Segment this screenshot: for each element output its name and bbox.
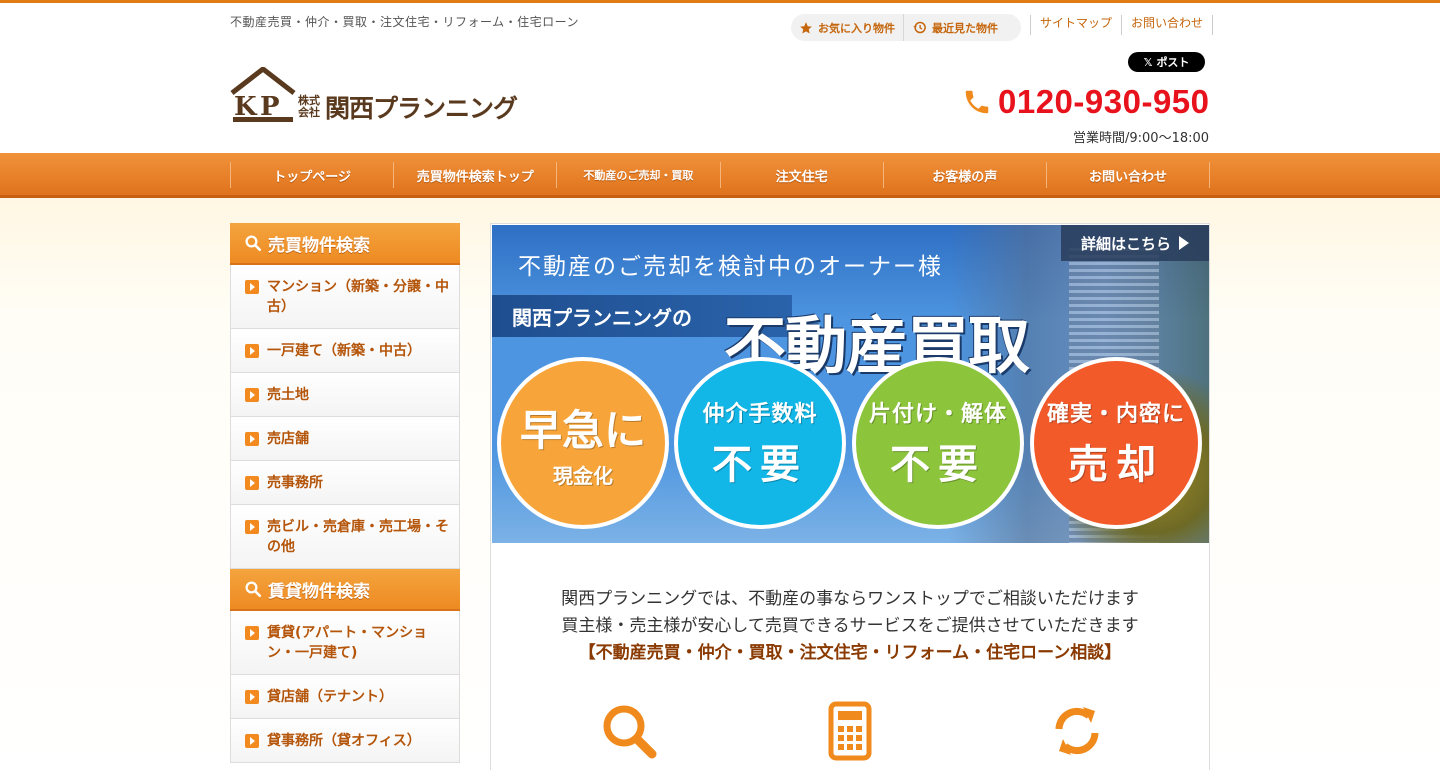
nav-sale-search[interactable]: 売買物件検索トップ [393,162,556,188]
contact-link[interactable]: お問い合わせ [1121,15,1214,35]
nav-top[interactable]: トップページ [230,162,393,188]
site-tagline: 不動産売買・仲介・買取・注文住宅・リフォーム・住宅ローン [230,15,580,29]
site-header: 不動産売買・仲介・買取・注文住宅・リフォーム・住宅ローン お気に入り物件 最近見… [0,3,1440,153]
logo-company-type: 株式会社 [298,94,320,119]
house-logo-icon: K P [230,67,296,122]
phone-contact[interactable]: 0120-930-950 [962,83,1210,121]
sidebar-item-tenant[interactable]: 貸店舗（テナント） [231,675,459,719]
arrow-right-icon [245,734,259,748]
star-icon [800,21,812,33]
site-logo[interactable]: K P 株式会社 関西プランニング [230,67,518,125]
sidebar-item-office[interactable]: 売事務所 [231,461,459,505]
user-shortcuts: お気に入り物件 最近見た物件 [791,14,1021,41]
search-icon[interactable] [599,701,659,761]
sidebar-item-mansion[interactable]: マンション（新築・分譲・中古） [231,265,459,329]
svg-text:K: K [234,92,258,122]
rental-search-heading: 賃貸物件検索 [230,569,460,611]
header-links: サイトマップ お問い合わせ [1030,15,1214,35]
sitemap-link[interactable]: サイトマップ [1030,15,1121,35]
recent-link[interactable]: 最近見た物件 [903,14,1006,41]
sale-search-heading: 売買物件検索 [230,223,460,265]
favorites-label: お気に入り物件 [818,21,895,35]
phone-number: 0120-930-950 [998,83,1210,120]
arrow-right-icon [245,388,259,402]
sidebar-item-rental-office[interactable]: 貸事務所（貸オフィス） [231,719,459,763]
sidebar-item-land[interactable]: 売土地 [231,373,459,417]
sidebar-item-rental[interactable]: 賃貸(アパート・マンション・一戸建て) [231,611,459,675]
feature-circle-confidential: 確実・内密に 売却 [1030,357,1202,529]
sidebar-item-building[interactable]: 売ビル・売倉庫・売工場・その他 [231,505,459,569]
intro-text: 関西プランニングでは、不動産の事ならワンストップでご相談いただけます 買主様・売… [491,586,1209,667]
arrow-right-icon [245,520,259,534]
arrow-right-icon [245,690,259,704]
main-content: 不動産のご売却を検討中のオーナー様 詳細はこちら 関西プランニングの 不動産買取… [490,223,1210,770]
refresh-icon[interactable] [1049,701,1105,761]
favorites-link[interactable]: お気に入り物件 [791,14,903,41]
intro-line-2: 買主様・売主様が安心して売買できるサービスをご提供させていただきます [561,616,1139,636]
feature-circle-cash: 早急に 現金化 [497,357,669,529]
nav-custom-home[interactable]: 注文住宅 [719,162,883,188]
arrow-right-icon [245,280,259,294]
feature-circle-no-cleanup: 片付け・解体 不要 [852,357,1024,529]
service-icons [491,701,1209,761]
intro-line-1: 関西プランニングでは、不動産の事ならワンストップでご相談いただけます [561,589,1139,609]
rental-search-list: 賃貸(アパート・マンション・一戸建て) 貸店舗（テナント） 貸事務所（貸オフィス… [230,611,460,763]
banner-detail-button[interactable]: 詳細はこちら [1061,225,1209,261]
x-post-label: ポスト [1156,56,1190,69]
history-icon [913,21,926,34]
arrow-right-icon [245,476,259,490]
calculator-icon[interactable] [828,701,872,761]
arrow-right-icon [245,626,259,640]
recent-label: 最近見た物件 [932,21,998,35]
banner-top-text: 不動産のご売却を検討中のオーナー様 [518,254,943,280]
play-arrow-icon [1179,236,1189,250]
arrow-right-icon [245,344,259,358]
search-icon [245,581,262,598]
feature-circle-no-fee: 仲介手数料 不要 [674,357,846,529]
search-icon [245,235,262,252]
arrow-right-icon [245,432,259,446]
x-post-button[interactable]: 𝕏 ポスト [1128,52,1205,72]
sidebar-item-house[interactable]: 一戸建て（新築・中古） [231,329,459,373]
nav-testimonials[interactable]: お客様の声 [882,162,1046,188]
sidebar: 売買物件検索 マンション（新築・分譲・中古） 一戸建て（新築・中古） 売土地 売… [230,223,460,763]
nav-contact[interactable]: お問い合わせ [1045,162,1211,188]
nav-selling[interactable]: 不動産のご売却・買取 [556,162,719,188]
sale-search-list: マンション（新築・分譲・中古） 一戸建て（新築・中古） 売土地 売店舗 売事務所… [230,265,460,569]
x-logo-icon: 𝕏 [1143,55,1153,69]
purchase-banner[interactable]: 不動産のご売却を検討中のオーナー様 詳細はこちら 関西プランニングの 不動産買取… [492,225,1209,543]
business-hours: 営業時間/9:00〜18:00 [1073,131,1210,146]
svg-text:P: P [260,92,280,122]
sidebar-item-store[interactable]: 売店舗 [231,417,459,461]
phone-icon [965,90,989,114]
global-nav: トップページ 売買物件検索トップ 不動産のご売却・買取 注文住宅 お客様の声 お… [0,153,1440,198]
logo-company-name: 関西プランニング [325,94,518,123]
intro-services: 【不動産売買・仲介・買取・注文住宅・リフォーム・住宅ローン相談】 [578,643,1122,663]
